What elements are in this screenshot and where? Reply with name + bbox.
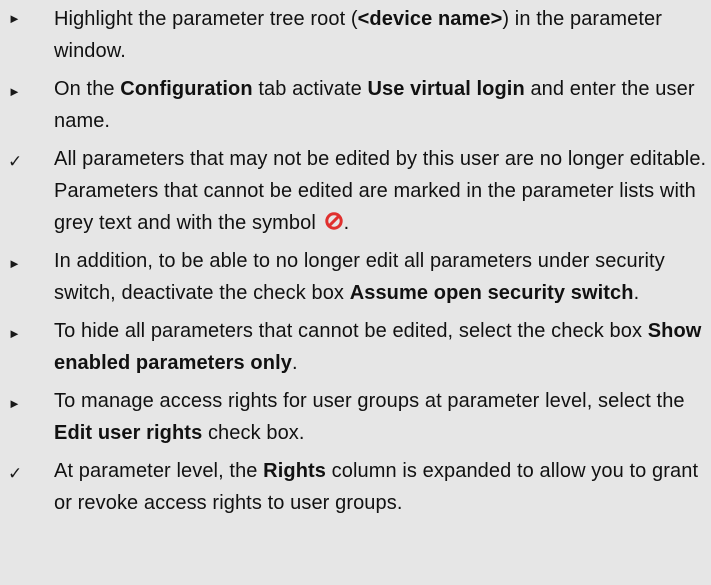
step-text-fragment: Parameters that cannot be edited are mar… [54, 180, 696, 234]
step-text-fragment: tab activate [252, 78, 368, 100]
step-text: To manage access rights for user groups … [54, 385, 707, 449]
step-text-fragment: . [343, 212, 350, 234]
instruction-steps: ► Highlight the parameter tree root (<dev… [0, 0, 711, 525]
instruction-step: ► On the Configuration tab activate Use v… [0, 73, 711, 137]
step-text: All parameters that may not be edited by… [54, 143, 707, 239]
action-arrow-icon: ► [8, 326, 21, 341]
step-text-fragment: At parameter level, the [54, 460, 264, 482]
step-text-fragment: check box. [202, 422, 305, 444]
step-text: To hide all parameters that cannot be ed… [54, 315, 707, 379]
ui-term: Configuration [120, 78, 253, 100]
ui-term: Use virtual login [367, 78, 525, 100]
step-text-fragment: . [633, 282, 640, 304]
step-text-fragment: All parameters that may not be edited by… [54, 148, 707, 170]
step-text-fragment: To manage access rights for user groups … [54, 390, 685, 412]
instruction-step: ► In addition, to be able to no longer ed… [0, 245, 711, 309]
ui-term: Assume open security switch [349, 282, 634, 304]
instruction-step: ► To manage access rights for user groups… [0, 385, 711, 449]
instruction-step: ► To hide all parameters that cannot be e… [0, 315, 711, 379]
step-text-fragment: Highlight the parameter tree root ( [54, 8, 358, 30]
step-text: Highlight the parameter tree root (<devi… [54, 3, 707, 67]
action-arrow-icon: ► [8, 256, 21, 271]
step-text: On the Configuration tab activate Use vi… [54, 73, 707, 137]
result-check-icon: ✓ [8, 152, 23, 171]
action-arrow-icon: ► [8, 11, 21, 26]
instruction-step: ✓ All parameters that may not be edited b… [0, 143, 711, 239]
instruction-step: ✓ At parameter level, the Rights column i… [0, 455, 711, 519]
ui-term: Edit user rights [54, 422, 203, 444]
action-arrow-icon: ► [8, 84, 21, 99]
step-text-fragment: . [291, 352, 298, 374]
ui-term: <device name> [357, 8, 503, 30]
ui-term: Rights [263, 460, 326, 482]
step-text-fragment: To hide all parameters that cannot be ed… [54, 320, 648, 342]
forbidden-icon [324, 212, 343, 230]
instruction-page: ► Highlight the parameter tree root (<dev… [0, 0, 711, 585]
step-text-fragment: On the [54, 78, 121, 100]
step-text: At parameter level, the Rights column is… [54, 455, 707, 519]
step-text: In addition, to be able to no longer edi… [54, 245, 707, 309]
instruction-step: ► Highlight the parameter tree root (<dev… [0, 0, 711, 67]
action-arrow-icon: ► [8, 396, 21, 411]
result-check-icon: ✓ [8, 464, 23, 483]
